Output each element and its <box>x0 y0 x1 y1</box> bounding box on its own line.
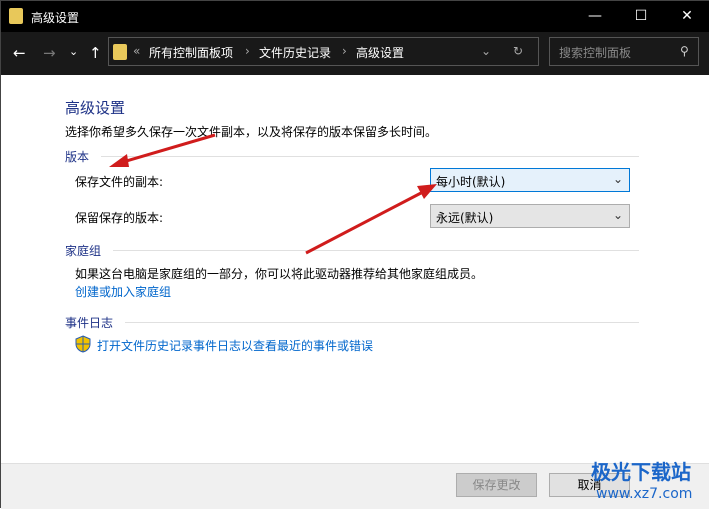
search-icon[interactable]: ⚲ <box>680 44 689 58</box>
watermark-logo: 极光下载站 <box>591 460 691 484</box>
breadcrumb-item[interactable]: 高级设置 <box>356 44 404 61</box>
window-title: 高级设置 <box>31 11 80 25</box>
forward-button[interactable]: → <box>43 44 56 62</box>
shield-icon <box>75 335 91 353</box>
chevron-right-icon: › <box>245 44 250 58</box>
selected-value: 每小时(默认) <box>436 175 506 189</box>
watermark-url: www.xz7.com <box>596 486 693 502</box>
recent-locations-button[interactable]: ⌄ <box>69 45 78 58</box>
homegroup-link[interactable]: 创建或加入家庭组 <box>75 283 171 300</box>
refresh-button[interactable]: ↻ <box>513 44 523 58</box>
navigation-bar: ← → ⌄ ↑ « 所有控制面板项 › 文件历史记录 › 高级设置 ⌄ ↻ 搜索… <box>1 32 709 75</box>
divider <box>125 322 639 323</box>
eventlog-link[interactable]: 打开文件历史记录事件日志以查看最近的事件或错误 <box>97 337 373 354</box>
section-versions: 版本 <box>65 150 90 164</box>
chevron-down-icon: ⌄ <box>612 172 623 186</box>
search-placeholder: 搜索控制面板 <box>559 46 632 60</box>
main-content: 高级设置 选择你希望多久保存一次文件副本，以及将保存的版本保留多长时间。 版本 … <box>1 75 709 463</box>
address-bar[interactable]: « 所有控制面板项 › 文件历史记录 › 高级设置 ⌄ ↻ <box>108 37 539 66</box>
file-history-icon <box>9 8 23 24</box>
search-input[interactable]: 搜索控制面板 ⚲ <box>549 37 699 66</box>
back-button[interactable]: ← <box>13 44 26 62</box>
keep-versions-label: 保留保存的版本: <box>75 211 164 225</box>
chevron-right-icon: › <box>342 44 347 58</box>
keep-versions-select[interactable]: 永远(默认) ⌄ <box>430 204 630 228</box>
chevron-down-icon: ⌄ <box>612 208 623 222</box>
divider <box>101 156 639 157</box>
address-dropdown-button[interactable]: ⌄ <box>481 44 491 58</box>
overflow-icon[interactable]: « <box>133 44 140 58</box>
page-title: 高级设置 <box>65 99 126 117</box>
section-eventlog: 事件日志 <box>65 316 114 330</box>
control-panel-icon <box>113 44 127 60</box>
section-homegroup: 家庭组 <box>65 244 102 258</box>
up-button[interactable]: ↑ <box>89 44 102 62</box>
description: 选择你希望多久保存一次文件副本，以及将保存的版本保留多长时间。 <box>65 125 438 139</box>
copy-frequency-select[interactable]: 每小时(默认) ⌄ <box>430 168 630 192</box>
homegroup-text: 如果这台电脑是家庭组的一部分，你可以将此驱动器推荐给其他家庭组成员。 <box>75 267 484 281</box>
breadcrumb-item[interactable]: 所有控制面板项 <box>149 44 233 61</box>
title-bar: 高级设置 — ☐ ✕ <box>1 1 709 32</box>
close-button[interactable]: ✕ <box>664 1 709 32</box>
minimize-button[interactable]: — <box>572 1 618 32</box>
copy-frequency-label: 保存文件的副本: <box>75 175 164 189</box>
divider <box>113 250 639 251</box>
save-button[interactable]: 保存更改 <box>456 473 537 497</box>
breadcrumb-item[interactable]: 文件历史记录 <box>259 44 331 61</box>
selected-value: 永远(默认) <box>436 211 494 225</box>
maximize-button[interactable]: ☐ <box>618 1 664 32</box>
